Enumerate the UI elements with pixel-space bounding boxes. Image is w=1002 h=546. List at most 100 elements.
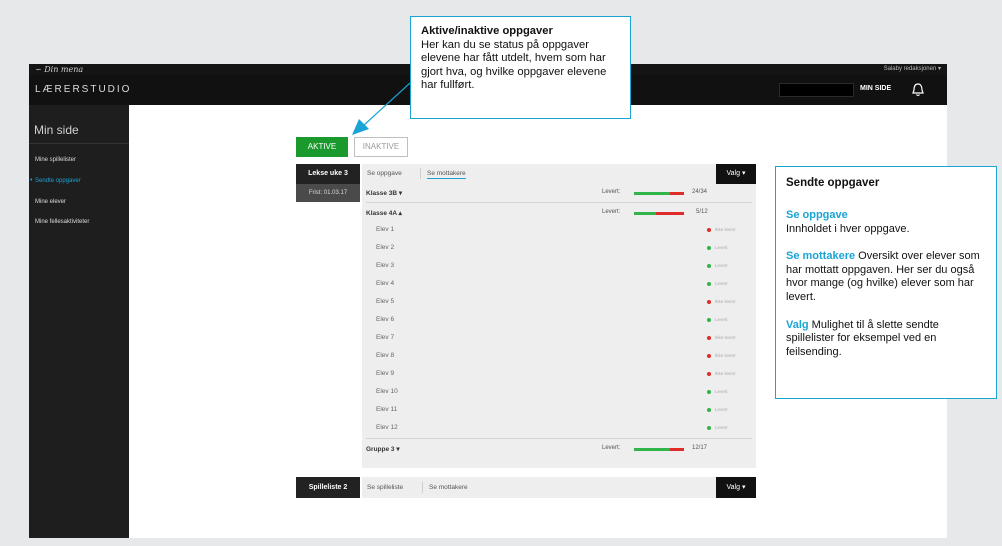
student-name: Elev 1 [376,226,395,233]
group-row[interactable]: Klasse 3B ▾ Levert: 24/34 [366,184,752,202]
group-count: 24/34 [692,189,708,195]
status-text: Levert [715,317,728,322]
callout-paragraph: Se oppgave Innholdet i hver oppgave. [786,209,986,236]
tab-divider [420,168,421,179]
inaktive-button[interactable]: INAKTIVE [354,137,408,157]
valg-button[interactable]: Valg ▾ [716,477,756,498]
progress-missing [670,448,684,451]
levert-label: Levert: [602,189,621,195]
group-count: 12/17 [692,445,708,451]
callout-title: Sendte oppgaver [786,177,880,189]
student-name: Elev 8 [376,352,395,359]
status-dot [707,408,711,412]
sidebar-divider [29,143,129,144]
student-name: Elev 11 [376,406,398,413]
list-item[interactable]: Elev 2 Levert [366,239,752,257]
sidebar-item-elever[interactable]: Mine elever [29,199,129,205]
progress-missing [670,192,684,195]
callout-keyword: Valg [786,318,809,331]
status-dot [707,300,711,304]
tab-se-mottakere[interactable]: Se mottakere [429,484,468,491]
tab-se-spilleliste[interactable]: Se spilleliste [367,484,403,491]
callout-keyword: Se oppgave [786,209,848,221]
sidebar-title: Min side [34,123,79,137]
min-side-link[interactable]: MIN SIDE [860,85,891,92]
status-dot [707,246,711,250]
student-name: Elev 7 [376,334,395,341]
levert-label: Levert: [602,209,621,215]
bell-icon[interactable] [912,83,924,97]
task-title[interactable]: Spilleliste 2 [296,477,360,498]
callout-paragraph: Se mottakere Oversikt over elever som ha… [786,250,986,304]
list-item[interactable]: Elev 7 Ikke levert [366,329,752,347]
student-name: Elev 5 [376,298,395,305]
row-divider [366,202,752,203]
sidebar-item-fellesaktiviteter[interactable]: Mine fellesaktiviteter [29,219,129,225]
sidebar-item-sendte-oppgaver[interactable]: Sendte oppgaver [29,177,129,184]
callout-text: Innholdet i hver oppgave. [786,222,910,235]
list-item[interactable]: Elev 6 Levert [366,311,752,329]
status-text: Levert [715,263,728,268]
valg-button[interactable]: Valg ▾ [716,164,756,184]
student-name: Elev 10 [376,388,398,395]
brand-title: LÆRERSTUDIO [35,84,132,95]
group-row[interactable]: Klasse 4A ▴ Levert: 5/12 [366,204,752,222]
status-text: Levert [715,425,728,430]
status-text: Ikke levert [715,353,736,358]
list-item[interactable]: Elev 8 Ikke levert [366,347,752,365]
task-deadline: Frist: 01.03.17 [296,184,360,202]
list-item[interactable]: Elev 9 Ikke levert [366,365,752,383]
student-name: Elev 9 [376,370,395,377]
student-name: Elev 3 [376,262,395,269]
site-logo[interactable]: ∽ Din mena [35,65,83,74]
row-divider [366,438,752,439]
header-search-input[interactable] [779,83,854,97]
status-dot [707,372,711,376]
callout-keyword: Se mottakere [786,250,856,263]
list-item[interactable]: Elev 5 Ikke levert [366,293,752,311]
tab-se-mottakere[interactable]: Se mottakere [427,170,466,179]
levert-label: Levert: [602,445,621,451]
group-count: 5/12 [696,209,708,215]
callout-text: Her kan du se status på oppgaver elevene… [421,38,607,92]
student-name: Elev 6 [376,316,395,323]
status-text: Ikke levert [715,299,736,304]
callout-title: Aktive/inaktive oppgaver [421,25,553,37]
status-text: Ikke levert [715,371,736,376]
status-dot [707,354,711,358]
status-dot [707,228,711,232]
status-dot [707,336,711,340]
tab-se-oppgave[interactable]: Se oppgave [367,170,402,177]
status-text: Levert [715,407,728,412]
list-item[interactable]: Elev 1 Ikke levert [366,221,752,239]
student-name: Elev 2 [376,244,395,251]
student-name: Elev 12 [376,424,398,431]
group-name[interactable]: Gruppe 3 ▾ [366,445,400,453]
task-tabs: Se oppgave Se mottakere [362,164,756,184]
status-text: Levert [715,389,728,394]
sidebar-item-spillelister[interactable]: Mine spillelister [29,157,129,163]
callout-paragraph: Valg Mulighet til å slette sendte spille… [786,319,986,360]
callout-aktive-inaktive: Aktive/inaktive oppgaver Her kan du se s… [410,16,631,119]
callout-sendte-oppgaver: Sendte oppgaver Se oppgave Innholdet i h… [775,166,997,399]
status-dot [707,264,711,268]
callout-text: Mulighet til å slette sendte spilleliste… [786,318,939,358]
task-title[interactable]: Lekse uke 3 [296,164,360,184]
list-item[interactable]: Elev 4 Levert [366,275,752,293]
progress-missing [656,212,684,215]
group-name[interactable]: Klasse 4A ▴ [366,209,402,217]
aktive-button[interactable]: AKTIVE [296,137,348,157]
status-text: Levert [715,245,728,250]
list-item[interactable]: Elev 11 Levert [366,401,752,419]
progress-delivered [634,192,670,195]
group-row[interactable]: Gruppe 3 ▾ Levert: 12/17 [366,440,752,458]
org-selector[interactable]: Salaby redaksjonen ▾ [884,65,941,74]
list-item[interactable]: Elev 10 Levert [366,383,752,401]
status-dot [707,426,711,430]
sidebar: Min side Mine spillelister Sendte oppgav… [29,105,129,538]
status-dot [707,282,711,286]
list-item[interactable]: Elev 3 Levert [366,257,752,275]
list-item[interactable]: Elev 12 Levert [366,419,752,437]
group-name[interactable]: Klasse 3B ▾ [366,189,402,197]
status-text: Ikke levert [715,227,736,232]
